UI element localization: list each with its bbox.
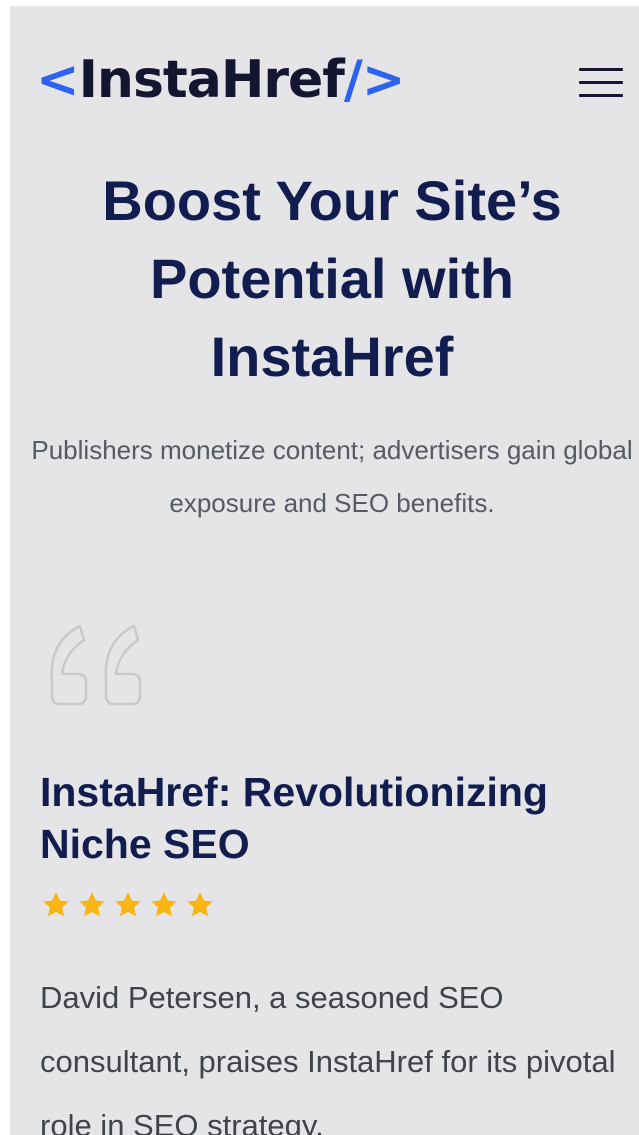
menu-line <box>579 81 623 84</box>
star-icon <box>187 892 213 917</box>
rating-stars <box>40 890 216 920</box>
star-icon <box>79 892 105 917</box>
logo-open-bracket: < <box>36 50 80 110</box>
star-icon <box>151 892 177 917</box>
menu-line <box>579 68 623 71</box>
testimonial-title: InstaHref: Revolutionizing Niche SEO <box>40 769 548 867</box>
logo[interactable]: <InstaHref/> <box>36 48 406 112</box>
hero-title: Boost Your Site’s Potential with InstaHr… <box>102 169 562 388</box>
page: <InstaHref/> Boost Your Site’s Potential… <box>10 6 639 1135</box>
testimonial-text: David Petersen, a seasoned SEO consultan… <box>40 980 616 1135</box>
site-header: <InstaHref/> <box>10 6 639 156</box>
quote-mark-icon <box>50 624 142 706</box>
star-icon <box>115 892 141 917</box>
logo-name: InstaHref <box>78 50 345 110</box>
logo-close-bracket: /> <box>343 50 406 110</box>
hero-subtitle: Publishers monetize content; advertisers… <box>31 435 633 518</box>
hamburger-menu-icon[interactable] <box>576 64 626 104</box>
menu-line <box>579 94 623 97</box>
star-icon <box>43 892 69 917</box>
